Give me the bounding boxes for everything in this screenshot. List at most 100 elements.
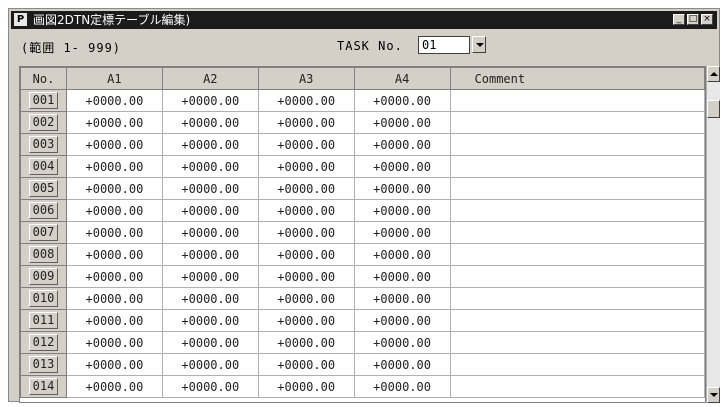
cell-a4[interactable]: +0000.00: [353, 177, 451, 200]
row-number: 004: [28, 158, 59, 175]
cell-a3[interactable]: +0000.00: [257, 331, 355, 354]
cell-a2[interactable]: +0000.00: [161, 199, 259, 222]
cell-a3[interactable]: +0000.00: [257, 265, 355, 288]
row-number-button[interactable]: 006: [20, 199, 67, 222]
scroll-up-button[interactable]: [707, 66, 720, 82]
cell-comment[interactable]: [449, 309, 705, 332]
cell-comment[interactable]: [449, 89, 705, 112]
row-number-button[interactable]: 011: [20, 309, 67, 332]
cell-a2[interactable]: +0000.00: [161, 309, 259, 332]
cell-a1[interactable]: +0000.00: [65, 331, 163, 354]
task-number-select[interactable]: 01: [418, 36, 470, 54]
cell-comment[interactable]: [449, 243, 705, 266]
cell-a3[interactable]: +0000.00: [257, 199, 355, 222]
cell-a4[interactable]: +0000.00: [353, 309, 451, 332]
row-number-button[interactable]: 007: [20, 221, 67, 244]
cell-comment[interactable]: [449, 353, 705, 376]
cell-a4[interactable]: +0000.00: [353, 89, 451, 112]
close-button[interactable]: ×: [701, 14, 713, 25]
maximize-button[interactable]: □: [687, 14, 699, 25]
cell-comment[interactable]: [449, 111, 705, 134]
task-number-label: TASK No.: [337, 39, 403, 53]
cell-a2[interactable]: +0000.00: [161, 111, 259, 134]
vertical-scrollbar[interactable]: [706, 66, 720, 403]
cell-a3[interactable]: +0000.00: [257, 353, 355, 376]
cell-a3[interactable]: +0000.00: [257, 177, 355, 200]
cell-a4[interactable]: +0000.00: [353, 199, 451, 222]
cell-comment[interactable]: [449, 221, 705, 244]
cell-a2[interactable]: +0000.00: [161, 265, 259, 288]
row-number: 014: [28, 378, 59, 395]
cell-a2[interactable]: +0000.00: [161, 177, 259, 200]
cell-a1[interactable]: +0000.00: [65, 353, 163, 376]
cell-comment[interactable]: [449, 287, 705, 310]
cell-a2[interactable]: +0000.00: [161, 243, 259, 266]
cell-a1[interactable]: +0000.00: [65, 375, 163, 398]
row-number-button[interactable]: 002: [20, 111, 67, 134]
cell-comment[interactable]: [449, 199, 705, 222]
cell-a4[interactable]: +0000.00: [353, 331, 451, 354]
cell-a2[interactable]: +0000.00: [161, 287, 259, 310]
cell-comment[interactable]: [449, 133, 705, 156]
title-bar[interactable]: P 画図2DTN定標テーブル編集) _ □ ×: [11, 11, 717, 29]
minimize-button[interactable]: _: [673, 14, 685, 25]
table-row: 008 +0000.00 +0000.00 +0000.00 +0000.00: [20, 243, 705, 266]
cell-a4[interactable]: +0000.00: [353, 353, 451, 376]
cell-a3[interactable]: +0000.00: [257, 133, 355, 156]
cell-a2[interactable]: +0000.00: [161, 133, 259, 156]
cell-a4[interactable]: +0000.00: [353, 111, 451, 134]
cell-a2[interactable]: +0000.00: [161, 221, 259, 244]
cell-a3[interactable]: +0000.00: [257, 243, 355, 266]
row-number-button[interactable]: 001: [20, 89, 67, 112]
cell-comment[interactable]: [449, 155, 705, 178]
cell-a1[interactable]: +0000.00: [65, 133, 163, 156]
cell-a3[interactable]: +0000.00: [257, 155, 355, 178]
cell-a3[interactable]: +0000.00: [257, 111, 355, 134]
cell-comment[interactable]: [449, 375, 705, 398]
task-dropdown-button[interactable]: [472, 36, 486, 53]
cell-a4[interactable]: +0000.00: [353, 287, 451, 310]
cell-a3[interactable]: +0000.00: [257, 89, 355, 112]
row-number-button[interactable]: 010: [20, 287, 67, 310]
cell-a1[interactable]: +0000.00: [65, 111, 163, 134]
cell-a4[interactable]: +0000.00: [353, 133, 451, 156]
cell-a3[interactable]: +0000.00: [257, 375, 355, 398]
row-number-button[interactable]: 009: [20, 265, 67, 288]
cell-a4[interactable]: +0000.00: [353, 243, 451, 266]
cell-a4[interactable]: +0000.00: [353, 265, 451, 288]
row-number-button[interactable]: 012: [20, 331, 67, 354]
cell-a1[interactable]: +0000.00: [65, 155, 163, 178]
table-row: 006 +0000.00 +0000.00 +0000.00 +0000.00: [20, 199, 705, 222]
scroll-down-button[interactable]: [707, 387, 720, 403]
row-number-button[interactable]: 014: [20, 375, 67, 398]
row-number-button[interactable]: 008: [20, 243, 67, 266]
cell-a2[interactable]: +0000.00: [161, 331, 259, 354]
cell-a4[interactable]: +0000.00: [353, 155, 451, 178]
table-row: 007 +0000.00 +0000.00 +0000.00 +0000.00: [20, 221, 705, 244]
cell-a3[interactable]: +0000.00: [257, 309, 355, 332]
cell-a4[interactable]: +0000.00: [353, 375, 451, 398]
row-number-button[interactable]: 004: [20, 155, 67, 178]
row-number-button[interactable]: 005: [20, 177, 67, 200]
cell-a1[interactable]: +0000.00: [65, 287, 163, 310]
cell-a4[interactable]: +0000.00: [353, 221, 451, 244]
cell-a1[interactable]: +0000.00: [65, 243, 163, 266]
cell-a2[interactable]: +0000.00: [161, 353, 259, 376]
cell-a2[interactable]: +0000.00: [161, 155, 259, 178]
cell-comment[interactable]: [449, 265, 705, 288]
cell-comment[interactable]: [449, 331, 705, 354]
cell-a3[interactable]: +0000.00: [257, 287, 355, 310]
cell-a1[interactable]: +0000.00: [65, 199, 163, 222]
cell-a1[interactable]: +0000.00: [65, 309, 163, 332]
scroll-thumb[interactable]: [707, 100, 720, 118]
cell-a1[interactable]: +0000.00: [65, 221, 163, 244]
cell-a1[interactable]: +0000.00: [65, 89, 163, 112]
cell-a3[interactable]: +0000.00: [257, 221, 355, 244]
cell-a1[interactable]: +0000.00: [65, 265, 163, 288]
cell-comment[interactable]: [449, 177, 705, 200]
row-number-button[interactable]: 013: [20, 353, 67, 376]
cell-a1[interactable]: +0000.00: [65, 177, 163, 200]
row-number-button[interactable]: 003: [20, 133, 67, 156]
cell-a2[interactable]: +0000.00: [161, 89, 259, 112]
cell-a2[interactable]: +0000.00: [161, 375, 259, 398]
